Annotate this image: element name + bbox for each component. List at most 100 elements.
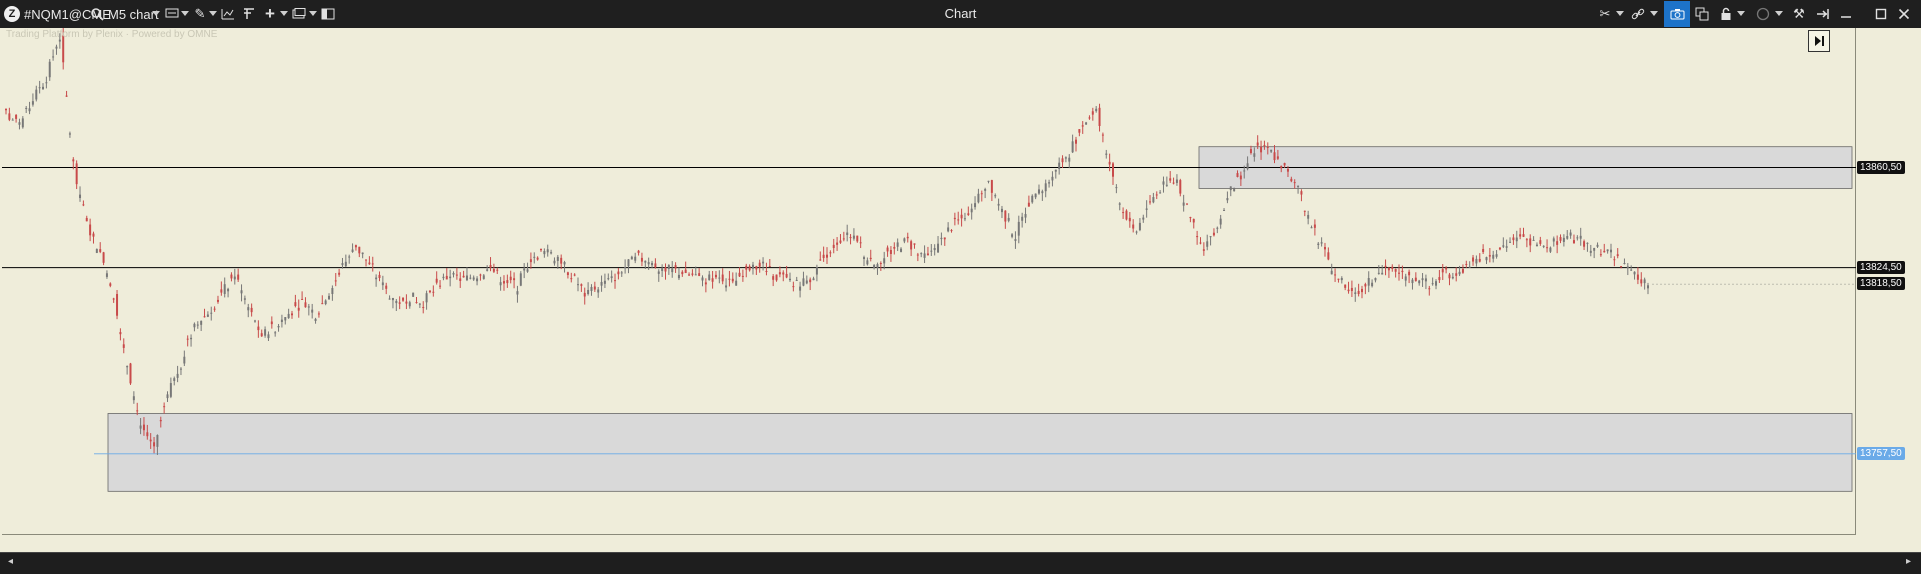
candle-body	[815, 267, 818, 275]
candle-body	[1431, 283, 1434, 285]
chevron-down-icon[interactable]	[152, 11, 160, 16]
pencil-icon[interactable]: ✎	[192, 6, 208, 22]
template-icon[interactable]	[241, 6, 257, 22]
search-icon[interactable]	[89, 6, 105, 22]
candle-body	[694, 274, 697, 276]
chevron-down-icon[interactable]	[1650, 11, 1658, 16]
close-icon[interactable]	[1896, 6, 1912, 22]
magnet-icon[interactable]: ✂	[1597, 6, 1613, 22]
chevron-down-icon[interactable]	[1616, 11, 1624, 16]
candle-body	[321, 303, 324, 305]
scroll-left-icon[interactable]: ◂	[8, 556, 13, 567]
candle-body	[1313, 224, 1316, 228]
candle-body	[1495, 254, 1498, 257]
panel-icon[interactable]	[320, 6, 336, 22]
candle-body	[277, 326, 280, 328]
crosshair-plus-icon[interactable]: +	[262, 4, 278, 23]
camera-icon[interactable]	[1669, 6, 1685, 22]
horizontal-scrollbar[interactable]	[0, 552, 1921, 574]
candle-body	[1371, 282, 1374, 287]
candle-body	[1290, 178, 1293, 182]
lock-icon[interactable]	[1718, 6, 1734, 22]
candle-body	[502, 281, 505, 284]
timeframe-selector[interactable]: M5 chart	[108, 0, 159, 28]
indicators-icon[interactable]	[220, 6, 236, 22]
tools-icon[interactable]: ⚒	[1791, 6, 1807, 22]
candle-body	[1216, 227, 1219, 229]
candle-body	[1229, 186, 1232, 191]
zone-rectangle[interactable]	[107, 413, 1853, 492]
circle-icon[interactable]	[1755, 6, 1771, 22]
candle-body	[452, 273, 455, 275]
candle-body	[725, 285, 728, 288]
candle-body	[539, 248, 542, 251]
candle-body	[667, 265, 670, 269]
candle-body	[785, 273, 788, 278]
candle-body	[859, 242, 862, 244]
link-icon[interactable]	[1630, 6, 1646, 22]
pin-icon[interactable]	[1815, 6, 1831, 22]
candle-body	[704, 282, 707, 285]
candle-body	[550, 252, 553, 254]
chevron-down-icon[interactable]	[209, 11, 217, 16]
maximize-icon[interactable]	[1873, 6, 1889, 22]
chevron-down-icon[interactable]	[280, 11, 288, 16]
chevron-down-icon[interactable]	[309, 11, 317, 16]
candle-body	[614, 280, 617, 282]
candle-body	[1105, 153, 1108, 155]
candle-body	[260, 333, 263, 337]
candle-body	[264, 329, 267, 336]
candle-body	[698, 273, 701, 276]
candle-body	[1606, 249, 1609, 252]
chevron-down-icon[interactable]	[1737, 11, 1745, 16]
candle-body	[1586, 242, 1589, 244]
candle-body	[206, 314, 209, 317]
candle-body	[1384, 265, 1387, 268]
candle-body	[351, 249, 354, 252]
clone-icon[interactable]	[1694, 6, 1710, 22]
candle-body	[119, 332, 122, 335]
candle-body	[583, 292, 586, 297]
app-logo-icon[interactable]: Z	[4, 6, 20, 22]
candle-body	[42, 86, 45, 90]
candle-body	[146, 432, 149, 437]
candle-body	[442, 276, 445, 279]
minimize-icon[interactable]	[1838, 6, 1854, 22]
candle-body	[1186, 203, 1189, 205]
candle-body	[287, 313, 290, 319]
candle-body	[533, 256, 536, 258]
candle-body	[1377, 272, 1380, 274]
candle-body	[1542, 245, 1545, 247]
layout-icon[interactable]	[291, 6, 307, 22]
candle-body	[1286, 168, 1289, 172]
candle-body	[933, 248, 936, 251]
candle-body	[240, 290, 243, 294]
candle-body	[159, 419, 162, 422]
candle-body	[637, 250, 640, 253]
chevron-down-icon[interactable]	[181, 11, 189, 16]
candle-body	[398, 302, 401, 304]
candle-body	[1142, 217, 1145, 220]
scroll-to-end-button[interactable]	[1808, 30, 1830, 52]
chart-type-icon[interactable]	[164, 6, 180, 22]
candle-body	[1620, 266, 1623, 268]
candle-body	[11, 119, 14, 121]
candle-body	[1546, 247, 1549, 249]
candle-body	[230, 274, 233, 279]
candle-body	[1589, 250, 1592, 253]
chevron-down-icon[interactable]	[1775, 11, 1783, 16]
candle-body	[1202, 249, 1205, 251]
candle-body	[1014, 239, 1017, 241]
candle-body	[1398, 272, 1401, 274]
candle-body	[1031, 195, 1034, 203]
candle-body	[728, 278, 731, 280]
candle-body	[1310, 227, 1313, 229]
candle-body	[1017, 221, 1020, 236]
candle-body	[112, 298, 115, 300]
candle-body	[856, 235, 859, 242]
candle-body	[1414, 277, 1417, 281]
price-chart[interactable]	[0, 28, 1921, 552]
scroll-right-icon[interactable]: ▸	[1906, 556, 1911, 567]
candle-body	[1081, 125, 1084, 127]
candle-body	[664, 267, 667, 272]
